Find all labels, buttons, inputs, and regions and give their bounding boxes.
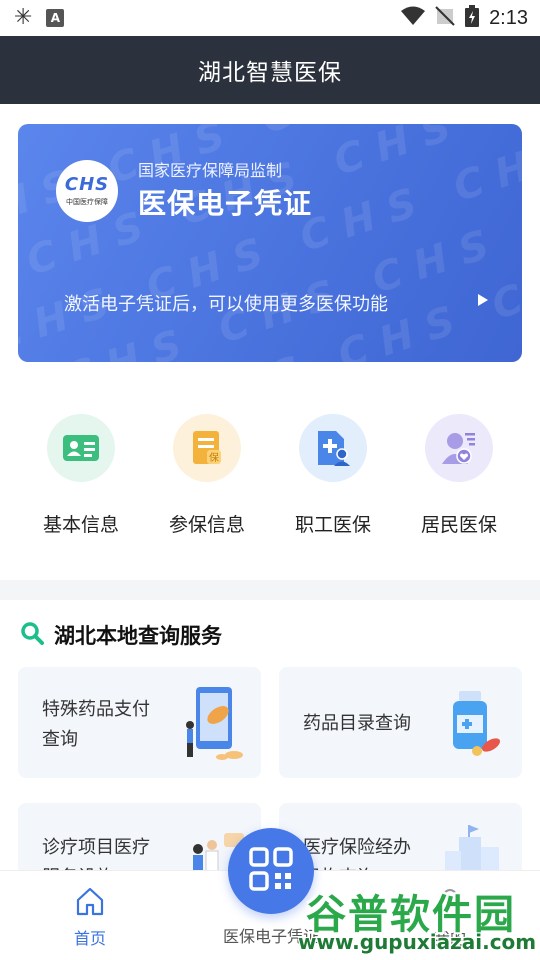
site-watermark: 谷普软件园 www.gupuxiazai.com bbox=[292, 876, 540, 960]
qr-code-icon bbox=[249, 847, 293, 895]
medicine-bottle-illustration bbox=[447, 689, 507, 763]
quick-item-employee-insurance[interactable]: 职工医保 bbox=[270, 410, 396, 537]
page-title: 湖北智慧医保 bbox=[198, 60, 342, 86]
service-tile-special-drugs[interactable]: 特殊药品支付 查询 bbox=[18, 667, 261, 778]
quick-item-resident-insurance[interactable]: 居民医保 bbox=[396, 410, 522, 537]
quick-item-insurance-info[interactable]: 保 参保信息 bbox=[144, 410, 270, 537]
logo-subtext: 中国医疗保障 bbox=[66, 197, 108, 206]
quick-item-label: 居民医保 bbox=[420, 514, 497, 536]
play-arrow-icon[interactable] bbox=[478, 294, 488, 306]
title-bar: 湖北智慧医保 bbox=[0, 36, 540, 104]
tile-label-line2: 查询 bbox=[42, 729, 78, 750]
home-icon bbox=[74, 887, 106, 921]
quick-item-label: 职工医保 bbox=[294, 514, 371, 536]
medical-voucher-card[interactable]: CHS CHS CHS CHS CHS CHS CHS CHS CHS CHS … bbox=[18, 124, 522, 362]
tile-label-line1: 诊疗项目医疗 bbox=[42, 837, 150, 858]
section-divider bbox=[0, 580, 540, 600]
quick-menu: 基本信息 保 参保信息 职工医保 居民医保 bbox=[0, 410, 540, 550]
a-badge-icon: A bbox=[46, 9, 65, 27]
employee-medical-icon bbox=[299, 414, 367, 482]
chs-logo: CHS 中国医疗保障 bbox=[56, 160, 118, 222]
nav-home[interactable]: 首页 bbox=[60, 885, 120, 949]
wifi-icon bbox=[401, 6, 426, 30]
card-title: 医保电子凭证 bbox=[138, 187, 313, 220]
app-bug-icon: ✳ bbox=[14, 5, 33, 30]
search-icon bbox=[20, 621, 44, 649]
id-card-icon bbox=[47, 414, 115, 482]
activate-voucher-link[interactable]: 激活电子凭证后，可以使用更多医保功能 bbox=[64, 290, 388, 316]
card-supervisor: 国家医疗保障局监制 bbox=[138, 161, 283, 180]
insurance-document-icon: 保 bbox=[173, 414, 241, 482]
quick-item-label: 基本信息 bbox=[42, 514, 119, 536]
svg-text:保: 保 bbox=[209, 451, 219, 464]
pills-phone-illustration bbox=[184, 685, 256, 765]
logo-text: CHS bbox=[64, 173, 110, 195]
quick-item-basic-info[interactable]: 基本信息 bbox=[18, 410, 144, 537]
section-title: 湖北本地查询服务 bbox=[54, 624, 222, 648]
tile-label-line1: 医疗保险经办 bbox=[303, 837, 411, 858]
clock: 2:13 bbox=[489, 6, 528, 29]
resident-medical-icon bbox=[425, 414, 493, 482]
service-tile-drug-catalog[interactable]: 药品目录查询 bbox=[279, 667, 522, 778]
quick-item-label: 参保信息 bbox=[168, 514, 245, 536]
tile-label-line1: 特殊药品支付 bbox=[42, 699, 150, 720]
status-bar: ✳ A 2:13 bbox=[0, 0, 540, 36]
battery-charging-icon bbox=[465, 5, 480, 31]
nav-home-label: 首页 bbox=[73, 929, 106, 948]
no-signal-icon bbox=[435, 6, 455, 30]
local-services-header: 湖北本地查询服务 bbox=[20, 620, 222, 650]
tile-label-line1: 药品目录查询 bbox=[303, 713, 411, 734]
watermark-url: www.gupuxiazai.com bbox=[298, 930, 537, 954]
